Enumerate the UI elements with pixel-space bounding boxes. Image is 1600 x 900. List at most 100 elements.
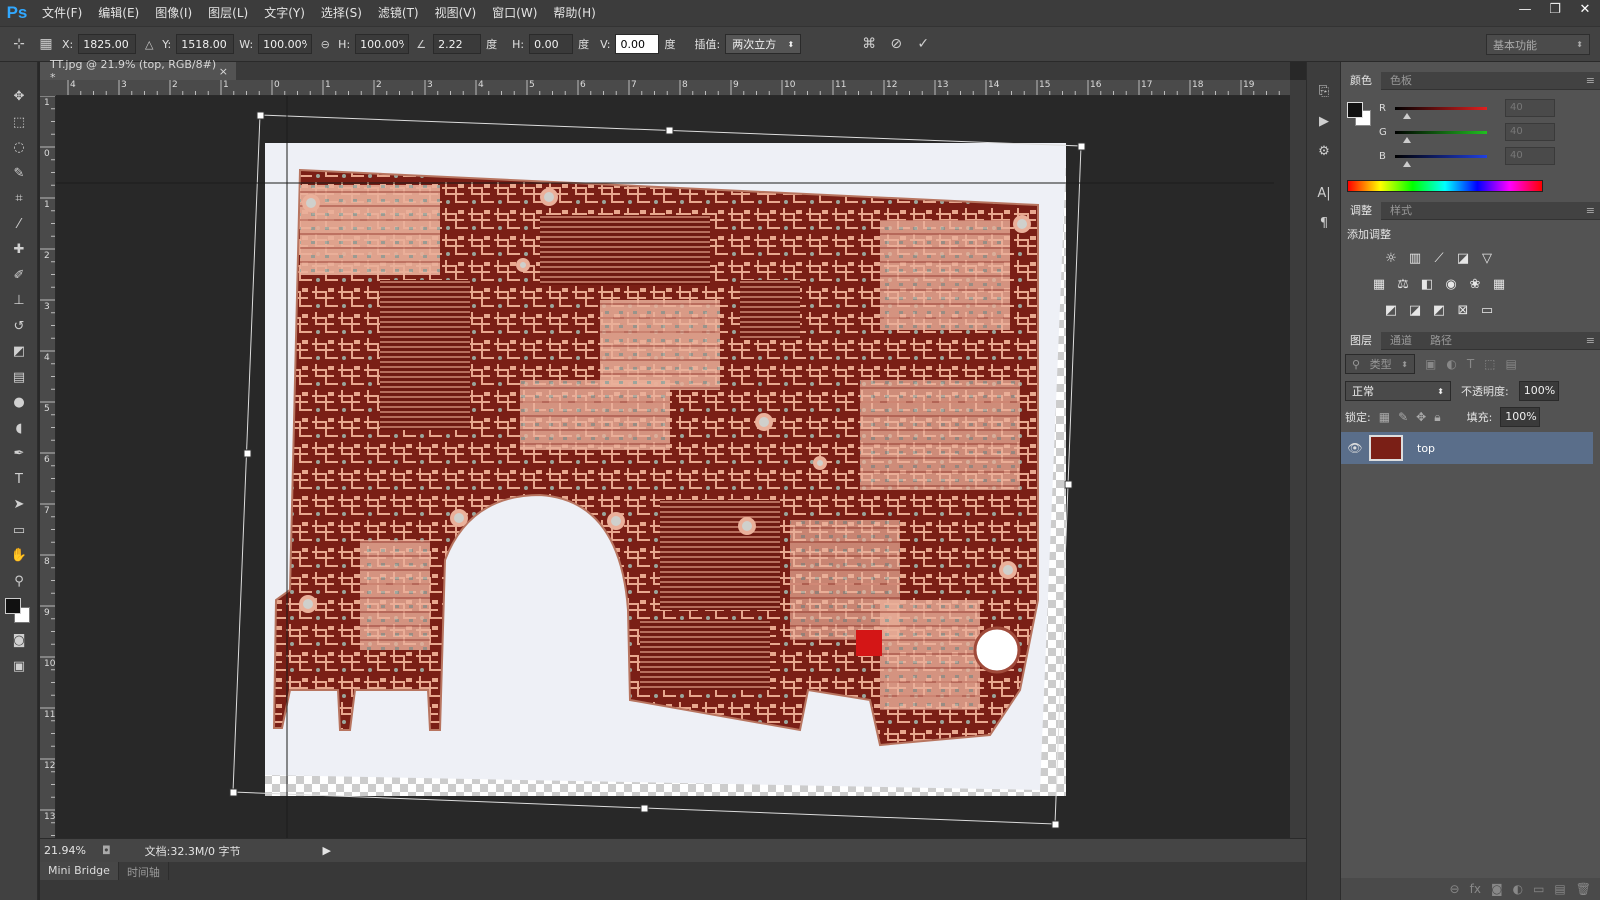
vibrance-icon[interactable]: ▽ [1477, 248, 1497, 268]
lock-position-icon[interactable]: ✥ [1416, 410, 1426, 424]
filter-smart-object-icon[interactable]: ▤ [1506, 357, 1517, 371]
dodge-tool-icon[interactable]: ◖ [0, 416, 38, 442]
tab-swatches[interactable]: 色板 [1381, 72, 1421, 90]
tab-styles[interactable]: 样式 [1381, 202, 1421, 220]
horizontal-ruler[interactable]: 4 3 2 1 0 1 2 3 4 5 6 7 8 9 10 11 12 13 14 15 16 17 18 19 [56, 80, 1290, 96]
width-percent-field[interactable] [258, 34, 313, 54]
foreground-color-swatch[interactable] [5, 598, 21, 614]
green-track[interactable] [1395, 130, 1487, 143]
blend-mode-select[interactable]: 正常 ⬍ [1345, 381, 1451, 401]
blue-slider[interactable]: B 40 [1379, 147, 1555, 167]
panel-menu-icon[interactable]: ≡ [1586, 204, 1600, 217]
hand-tool-icon[interactable]: ✋ [0, 543, 38, 569]
commit-transform-icon[interactable]: ✓ [912, 33, 934, 55]
pen-tool-icon[interactable]: ✒ [0, 441, 38, 467]
horizontal-skew-field[interactable] [529, 34, 574, 54]
transform-handle[interactable] [229, 788, 238, 797]
transform-handle[interactable] [1051, 820, 1060, 829]
black-white-icon[interactable]: ◧ [1417, 274, 1437, 294]
marquee-tool-icon[interactable]: ⬚ [0, 110, 38, 136]
y-position-field[interactable] [176, 34, 235, 54]
properties-panel-icon[interactable]: ⚙ [1307, 138, 1341, 164]
color-lookup-icon[interactable]: ▦ [1489, 274, 1509, 294]
menu-filter[interactable]: 滤镜(T) [370, 0, 427, 26]
add-mask-icon[interactable]: ◙ [1491, 882, 1503, 896]
photo-filter-icon[interactable]: ◉ [1441, 274, 1461, 294]
lock-all-icon[interactable]: 🔒︎ [1434, 410, 1440, 425]
red-value[interactable]: 40 [1505, 99, 1555, 117]
red-slider[interactable]: R 40 [1379, 99, 1555, 119]
status-info-icon[interactable]: ◘ [102, 844, 111, 857]
filter-shape-icon[interactable]: ⬚ [1484, 357, 1495, 371]
delete-layer-icon[interactable]: 🗑︎ [1576, 882, 1591, 896]
zoom-tool-icon[interactable]: ⚲ [0, 569, 38, 595]
tab-adjustments[interactable]: 调整 [1341, 201, 1381, 220]
history-brush-tool-icon[interactable]: ↺ [0, 314, 38, 340]
history-panel-icon[interactable]: ⎘ [1307, 78, 1341, 104]
menu-select[interactable]: 选择(S) [313, 0, 370, 26]
relative-position-icon[interactable]: △ [141, 33, 157, 55]
paragraph-panel-icon[interactable]: ¶ [1307, 210, 1341, 236]
x-position-field[interactable] [78, 34, 137, 54]
crop-tool-icon[interactable]: ⌗ [0, 186, 38, 212]
layer-style-icon[interactable]: fx [1470, 882, 1481, 896]
green-slider[interactable]: G 40 [1379, 123, 1555, 143]
foreground-color-swatch[interactable] [1347, 102, 1363, 118]
tab-layers[interactable]: 图层 [1341, 331, 1381, 350]
transform-handle[interactable] [1064, 480, 1073, 489]
menu-view[interactable]: 视图(V) [427, 0, 485, 26]
gradient-tool-icon[interactable]: ▤ [0, 365, 38, 391]
menu-edit[interactable]: 编辑(E) [90, 0, 147, 26]
zoom-level[interactable]: 21.94% [44, 844, 86, 857]
lock-pixels-icon[interactable]: ✎ [1398, 410, 1408, 424]
threshold-icon[interactable]: ◩ [1429, 300, 1449, 320]
opacity-field[interactable]: 100% [1518, 381, 1559, 401]
lasso-tool-icon[interactable]: ◌ [0, 135, 38, 161]
link-icon[interactable]: ⊖ [317, 33, 333, 55]
mini-bridge-tab[interactable]: Mini Bridge [40, 862, 119, 880]
panel-menu-icon[interactable]: ≡ [1586, 74, 1600, 87]
color-spectrum-bar[interactable] [1347, 180, 1543, 192]
lock-transparent-icon[interactable]: ▦ [1379, 410, 1390, 424]
close-tab-icon[interactable]: × [219, 65, 228, 78]
vertical-scrollbar[interactable] [1290, 80, 1306, 838]
path-select-tool-icon[interactable]: ➤ [0, 492, 38, 518]
posterize-icon[interactable]: ◪ [1405, 300, 1425, 320]
clone-stamp-tool-icon[interactable]: ⊥ [0, 288, 38, 314]
blue-value[interactable]: 40 [1505, 147, 1555, 165]
screen-mode-icon[interactable]: ▣ [0, 654, 38, 680]
eye-icon[interactable]: 👁︎ [1341, 441, 1369, 455]
transform-tool-icon[interactable]: ⊹ [8, 33, 30, 55]
interpolation-select[interactable]: 两次立方 ⬍ [725, 34, 802, 54]
transform-handle[interactable] [1077, 142, 1086, 151]
color-balance-icon[interactable]: ⚖ [1393, 274, 1413, 294]
tab-paths[interactable]: 路径 [1421, 332, 1461, 350]
status-menu-arrow-icon[interactable]: ▶ [323, 844, 331, 857]
menu-type[interactable]: 文字(Y) [256, 0, 313, 26]
link-layers-icon[interactable]: ⊖ [1450, 882, 1460, 896]
exposure-icon[interactable]: ◪ [1453, 248, 1473, 268]
filter-type-icon[interactable]: T [1467, 357, 1474, 371]
levels-icon[interactable]: ▥ [1405, 248, 1425, 268]
minimize-button[interactable]: — [1510, 0, 1540, 22]
actions-panel-icon[interactable]: ▶ [1307, 108, 1341, 134]
document-canvas[interactable] [56, 96, 1290, 838]
fill-field[interactable]: 100% [1500, 407, 1541, 427]
invert-icon[interactable]: ◩ [1381, 300, 1401, 320]
curves-icon[interactable]: ⟋ [1429, 248, 1449, 268]
transform-handle[interactable] [243, 449, 252, 458]
gradient-map-icon[interactable]: ▭ [1477, 300, 1497, 320]
brush-tool-icon[interactable]: ✐ [0, 263, 38, 289]
eyedropper-tool-icon[interactable]: ⁄ [0, 212, 38, 238]
canvas-area[interactable] [56, 96, 1290, 838]
character-panel-icon[interactable]: A| [1307, 180, 1341, 206]
height-percent-field[interactable] [355, 34, 410, 54]
close-window-button[interactable]: ✕ [1570, 0, 1600, 22]
menu-file[interactable]: 文件(F) [34, 0, 90, 26]
slider-thumb[interactable] [1403, 136, 1411, 143]
cancel-transform-icon[interactable]: ⊘ [885, 33, 907, 55]
blue-track[interactable] [1395, 154, 1487, 167]
hue-saturation-icon[interactable]: ▦ [1369, 274, 1389, 294]
selective-color-icon[interactable]: ⊠ [1453, 300, 1473, 320]
quick-mask-icon[interactable]: ◙ [0, 628, 38, 654]
